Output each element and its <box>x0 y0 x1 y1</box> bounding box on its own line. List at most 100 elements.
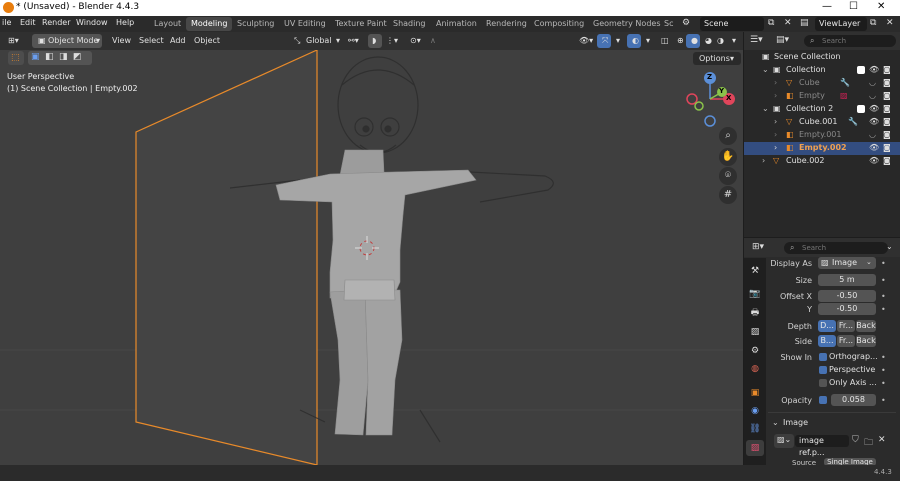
camera-icon[interactable]: ◙ <box>883 104 891 113</box>
outliner-row-empty-002[interactable]: › ◧ Empty.002 👁 ◙ <box>744 142 900 155</box>
menu-edit[interactable]: Edit <box>20 18 36 27</box>
chevron-right-icon[interactable]: › <box>774 130 777 139</box>
image-section-header[interactable]: Image <box>783 418 808 427</box>
menu-view[interactable]: View <box>108 34 135 48</box>
xray-icon[interactable]: ◫ <box>657 34 673 48</box>
3d-viewport[interactable]: Z X Y ⬚ ▣ ◧ ◨ ◩ User Perspective (1) Sce… <box>0 50 743 465</box>
eye-closed-icon[interactable]: ◡ <box>869 130 876 139</box>
outliner-row-cube-001[interactable]: › ▽ Cube.001 🔧 👁 ◙ <box>744 116 900 129</box>
properties-search-input[interactable] <box>784 242 888 254</box>
grid-projection-icon[interactable]: # <box>719 186 737 204</box>
eye-closed-icon[interactable]: ◡ <box>869 78 876 87</box>
close-icon[interactable]: ✕ <box>877 1 885 12</box>
object-tab-icon[interactable]: ▣ <box>748 386 762 400</box>
depth-back-option[interactable]: Back <box>856 320 876 332</box>
proportional-edit-icon[interactable]: ⊙▾ <box>406 34 425 48</box>
tab-rendering[interactable]: Rendering <box>481 17 532 31</box>
editor-type-icon[interactable]: ⊞▾ <box>4 34 23 48</box>
opacity-field[interactable]: 0.058 <box>831 394 876 406</box>
offset-x-field[interactable]: -0.50 <box>818 290 876 302</box>
pivot-icon[interactable]: ⚯▾ <box>344 34 363 48</box>
scene-tab-icon[interactable]: ⚙ <box>748 344 762 358</box>
keyframe-dot-icon[interactable]: • <box>881 292 886 301</box>
select-invert-icon[interactable]: ◩ <box>73 52 82 62</box>
outliner-row-cube[interactable]: › ▽ Cube 🔧 ◡ ◙ <box>744 77 900 90</box>
camera-icon[interactable]: ◙ <box>883 78 891 87</box>
chevron-down-icon[interactable]: ⌄ <box>772 418 779 427</box>
view-layer-tab-icon[interactable]: ▨ <box>748 325 762 339</box>
camera-icon[interactable]: ◙ <box>883 65 891 74</box>
only-axis-aligned-checkbox[interactable] <box>819 379 827 387</box>
display-mode-icon[interactable]: ▤▾ <box>776 35 789 45</box>
rendered-shading-icon[interactable]: ◑ <box>713 34 728 48</box>
keyframe-dot-icon[interactable]: • <box>881 366 886 375</box>
minimize-icon[interactable]: — <box>822 1 832 12</box>
eye-icon[interactable]: 👁 <box>869 65 879 74</box>
open-folder-icon[interactable]: 🗀 <box>864 435 873 451</box>
image-data-tab-icon[interactable]: ▨ <box>748 441 762 455</box>
camera-icon[interactable]: ◙ <box>883 156 891 165</box>
outliner-row-empty[interactable]: › ◧ Empty ▨ ◡ ◙ <box>744 90 900 103</box>
select-subtract-icon[interactable]: ◨ <box>59 52 68 62</box>
keyframe-dot-icon[interactable]: • <box>881 353 886 362</box>
eye-icon[interactable]: 👁 <box>869 156 879 165</box>
tab-compositing[interactable]: Compositing <box>529 17 589 31</box>
tab-sculpting[interactable]: Sculpting <box>232 17 279 31</box>
offset-y-field[interactable]: -0.50 <box>818 303 876 315</box>
eye-closed-icon[interactable]: ◡ <box>869 91 876 100</box>
camera-icon[interactable]: ◙ <box>883 91 891 100</box>
orientation-selector[interactable]: Global <box>302 34 336 48</box>
eye-icon[interactable]: 👁 <box>869 104 879 113</box>
exclude-checkbox[interactable] <box>857 66 865 74</box>
pan-hand-icon[interactable]: ✋ <box>719 148 737 166</box>
keyframe-dot-icon[interactable]: • <box>881 259 886 268</box>
depth-default-option[interactable]: D... <box>818 320 836 332</box>
tab-animation[interactable]: Animation <box>431 17 482 31</box>
scene-icon[interactable]: ⚙ <box>682 18 690 28</box>
view-layer-icon[interactable]: ▤ <box>800 18 809 28</box>
select-new-icon[interactable]: ▣ <box>31 52 40 62</box>
render-tab-icon[interactable]: 📷 <box>748 287 762 301</box>
size-field[interactable]: 5 m <box>818 274 876 286</box>
orthographic-checkbox[interactable] <box>819 353 827 361</box>
chevron-right-icon[interactable]: › <box>762 156 765 165</box>
outliner-row-cube-002[interactable]: › ▽ Cube.002 👁 ◙ <box>744 155 900 168</box>
chevron-down-icon[interactable]: ⌄ <box>762 104 769 113</box>
menu-add[interactable]: Add <box>166 34 190 48</box>
delete-view-layer-icon[interactable]: ✕ <box>886 18 894 28</box>
editor-type-icon[interactable]: ☰▾ <box>750 35 763 45</box>
keyframe-dot-icon[interactable]: • <box>881 276 886 285</box>
keyframe-dot-icon[interactable]: • <box>881 379 886 388</box>
constraints-tab-icon[interactable]: ⛓ <box>748 422 762 436</box>
world-tab-icon[interactable]: ◍ <box>748 362 762 376</box>
editor-type-icon[interactable]: ⊞▾ <box>752 242 764 252</box>
menu-window[interactable]: Window <box>76 18 108 27</box>
menu-help[interactable]: Help <box>116 18 134 27</box>
scene-selector[interactable]: Scene <box>700 17 764 31</box>
exclude-checkbox[interactable] <box>857 105 865 113</box>
tab-layout[interactable]: Layout <box>149 17 186 31</box>
keyframe-dot-icon[interactable]: • <box>881 396 886 405</box>
eye-icon[interactable]: 👁 <box>869 143 879 152</box>
outliner-row-collection[interactable]: ⌄ ▣ Collection 👁 ◙ <box>744 64 900 77</box>
visibility-icon[interactable]: 👁▾ <box>575 34 597 48</box>
depth-front-option[interactable]: Fr... <box>837 320 855 332</box>
tab-shading[interactable]: Shading <box>388 17 431 31</box>
eye-icon[interactable]: 👁 <box>869 117 879 126</box>
physics-tab-icon[interactable]: ◉ <box>748 404 762 418</box>
outliner-row-scene-collection[interactable]: ▣ Scene Collection <box>744 51 900 64</box>
menu-select[interactable]: Select <box>135 34 168 48</box>
side-front-option[interactable]: Fr... <box>837 335 855 347</box>
camera-icon[interactable]: ◙ <box>883 130 891 139</box>
delete-scene-icon[interactable]: ✕ <box>784 18 792 28</box>
new-view-layer-icon[interactable]: ⧉ <box>870 18 876 28</box>
tab-geometry-nodes[interactable]: Geometry Nodes <box>588 17 665 31</box>
shading-options-icon[interactable]: ▾ <box>728 34 740 48</box>
keyframe-dot-icon[interactable]: • <box>881 305 886 314</box>
tab-uv-editing[interactable]: UV Editing <box>279 17 331 31</box>
falloff-icon[interactable]: ∧ <box>426 34 440 48</box>
side-back-option[interactable]: Back <box>856 335 876 347</box>
chevron-right-icon[interactable]: › <box>774 143 777 152</box>
use-opacity-checkbox[interactable] <box>819 396 827 404</box>
menu-file[interactable]: ile <box>2 18 11 27</box>
